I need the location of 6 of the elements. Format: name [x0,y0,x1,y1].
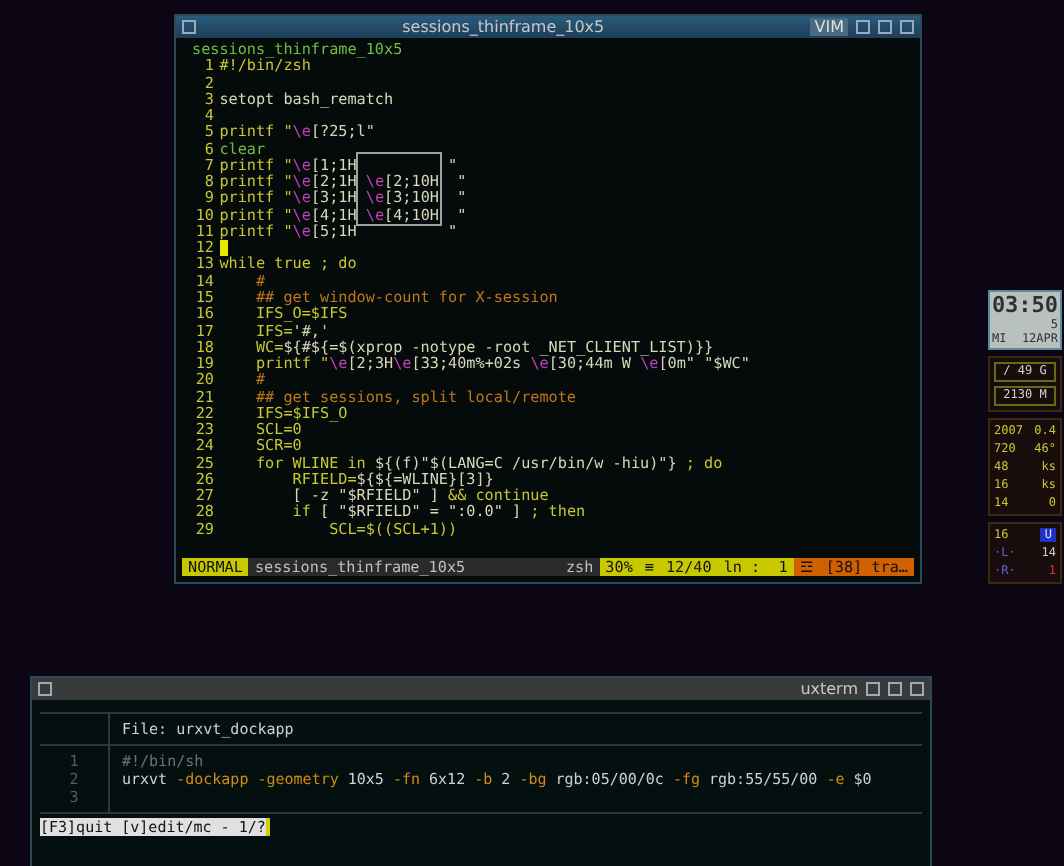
window-title: sessions_thinframe_10x5 [400,18,607,36]
maximize-icon[interactable] [878,20,892,34]
window-title: uxterm [798,680,858,698]
clock-time: 03:50 [991,294,1059,318]
maximize-icon[interactable] [888,682,902,696]
app-label: VIM [810,18,848,36]
